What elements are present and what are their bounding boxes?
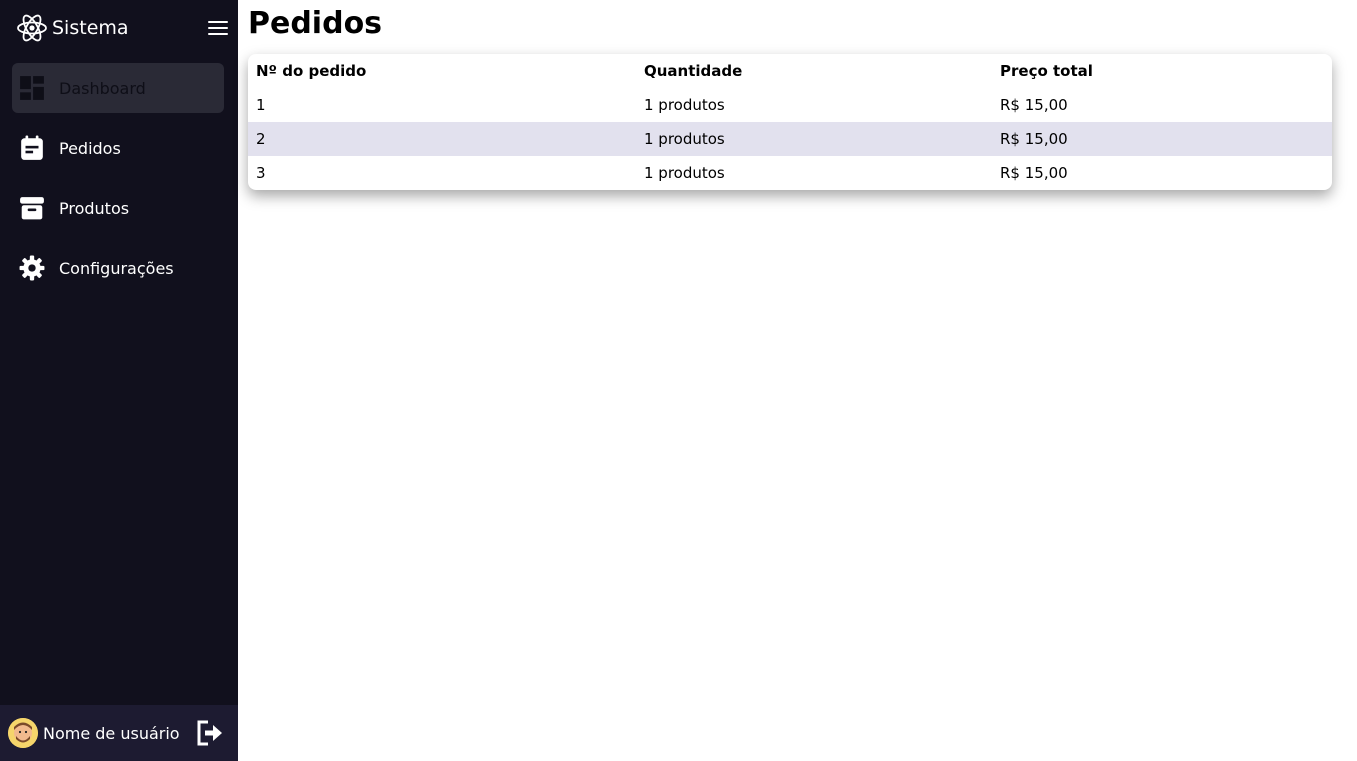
sidebar-item-pedidos[interactable]: Pedidos bbox=[12, 123, 224, 173]
avatar bbox=[8, 718, 38, 748]
sidebar-item-label: Dashboard bbox=[59, 78, 146, 98]
orders-table-card: Nº do pedido Quantidade Preço total 1 1 … bbox=[248, 54, 1332, 190]
page-title: Pedidos bbox=[248, 6, 383, 41]
archive-box-icon bbox=[12, 183, 52, 233]
column-header-total-price: Preço total bbox=[1000, 62, 1093, 80]
menu-toggle-icon[interactable] bbox=[206, 17, 230, 39]
quantity-cell: 1 produtos bbox=[644, 164, 725, 182]
total-price-cell: R$ 15,00 bbox=[992, 122, 1332, 156]
column-header-order-number: Nº do pedido bbox=[256, 62, 367, 80]
dashboard-icon bbox=[12, 63, 52, 113]
quantity-cell: 1 produtos bbox=[636, 122, 992, 156]
column-header-quantity: Quantidade bbox=[644, 62, 743, 80]
total-price-cell: R$ 15,00 bbox=[1000, 96, 1068, 114]
gear-icon bbox=[12, 243, 52, 293]
table-row[interactable]: 3 1 produtos R$ 15,00 bbox=[248, 156, 1332, 190]
sidebar-item-label: Pedidos bbox=[59, 138, 121, 158]
sidebar-nav: Dashboard Pedidos Produtos Configurações bbox=[12, 63, 224, 303]
atom-icon bbox=[17, 14, 47, 42]
orders-table: Nº do pedido Quantidade Preço total 1 1 … bbox=[248, 54, 1332, 190]
sidebar-item-label: Produtos bbox=[59, 198, 130, 218]
sidebar-item-produtos[interactable]: Produtos bbox=[12, 183, 224, 233]
order-number-cell: 3 bbox=[256, 164, 266, 182]
clipboard-icon bbox=[12, 123, 52, 173]
sidebar-item-dashboard[interactable]: Dashboard bbox=[12, 63, 224, 113]
table-row[interactable]: 1 1 produtos R$ 15,00 bbox=[248, 88, 1332, 122]
logo: Sistema bbox=[16, 12, 129, 44]
app-name: Sistema bbox=[52, 17, 129, 39]
profile-section: Nome de usuário bbox=[0, 705, 238, 761]
quantity-cell: 1 produtos bbox=[644, 96, 725, 114]
table-header-row: Nº do pedido Quantidade Preço total bbox=[248, 54, 1332, 88]
order-number-cell: 1 bbox=[256, 96, 266, 114]
sidebar: Sistema Dashboard Pedidos Produtos Confi… bbox=[0, 0, 238, 761]
total-price-cell: R$ 15,00 bbox=[1000, 164, 1068, 182]
order-number-cell: 2 bbox=[248, 122, 636, 156]
logout-icon[interactable] bbox=[194, 718, 224, 748]
sidebar-item-label: Configurações bbox=[59, 258, 174, 278]
username: Nome de usuário bbox=[43, 723, 180, 743]
table-row[interactable]: 2 1 produtos R$ 15,00 bbox=[248, 122, 1332, 156]
main-content: Pedidos Nº do pedido Quantidade Preço to… bbox=[238, 0, 1357, 761]
sidebar-item-configuracoes[interactable]: Configurações bbox=[12, 243, 224, 293]
